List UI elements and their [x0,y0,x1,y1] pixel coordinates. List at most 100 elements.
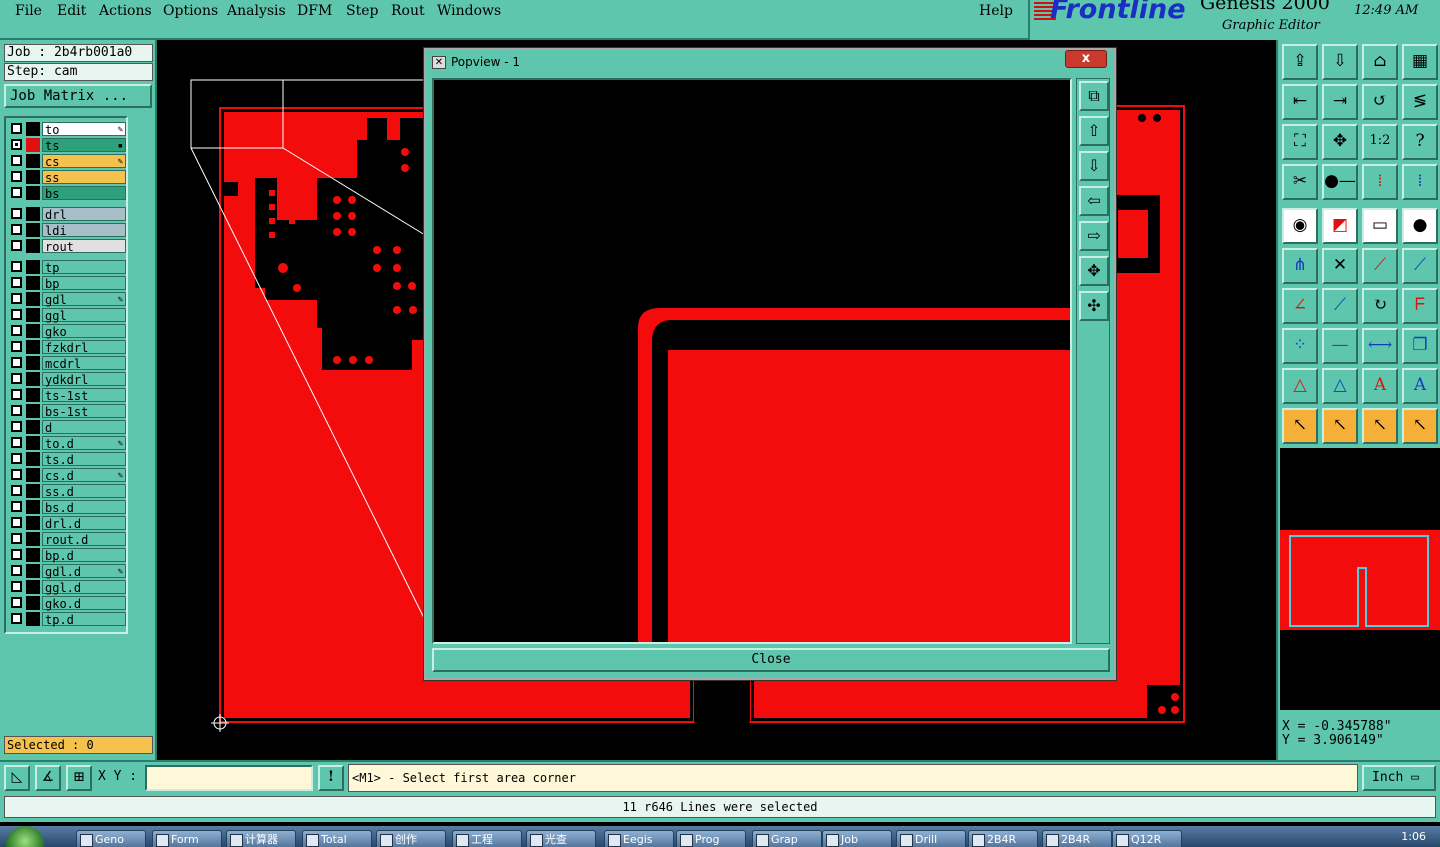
net-red-icon[interactable]: ⁞ [1362,164,1398,200]
zoom-out-icon[interactable]: ✣ [1079,291,1109,321]
layer-row-cs[interactable]: cs ✎ [8,154,126,169]
taskbar-item[interactable]: Total [302,830,372,847]
overview-map[interactable] [1280,448,1440,710]
pointer-box-icon[interactable]: ↖ [1322,408,1358,444]
layer-checkbox[interactable] [11,277,22,288]
layer-row-ts-1st[interactable]: ts-1st [8,388,126,403]
layer-name[interactable]: drl [42,207,126,222]
connect-pads-icon[interactable]: ⋔ [1282,248,1318,284]
layer-name[interactable]: rout [42,239,126,254]
scale-1-2-icon[interactable]: 1:2 [1362,124,1398,160]
page-up-icon[interactable]: ⇪ [1282,44,1318,80]
layer-checkbox[interactable] [11,549,22,560]
layer-row-rout.d[interactable]: rout.d [8,532,126,547]
pad-select-icon[interactable]: ◉ [1282,208,1318,244]
taskbar-item[interactable]: 2B4R [968,830,1038,847]
pan-left-icon[interactable]: ⇦ [1079,186,1109,216]
layer-row-ydkdrl[interactable]: ydkdrl [8,372,126,387]
layer-checkbox[interactable] [11,389,22,400]
line-red-icon[interactable]: ⟋ [1362,248,1398,284]
layer-row-bp.d[interactable]: bp.d [8,548,126,563]
layer-row-gko.d[interactable]: gko.d [8,596,126,611]
layer-row-ss.d[interactable]: ss.d [8,484,126,499]
layer-name[interactable]: ss.d [42,484,126,499]
pad-pair-icon[interactable]: ⁘ [1282,328,1318,364]
layer-name[interactable]: gdl.d ✎ [42,564,126,579]
layer-name[interactable]: cs.d ✎ [42,468,126,483]
layer-checkbox[interactable] [11,261,22,272]
taskbar-item[interactable]: Geno [76,830,146,847]
taskbar-item[interactable]: Q12R [1112,830,1182,847]
menu-file[interactable]: File [15,3,42,19]
layer-checkbox[interactable] [11,155,22,166]
layer-row-to.d[interactable]: to.d ✎ [8,436,126,451]
layer-row-to[interactable]: to ✎ [8,122,126,137]
taskbar-item[interactable]: 创作 [376,830,446,847]
triangle-blue-icon[interactable]: △ [1322,368,1358,404]
rotate-icon[interactable]: ↻ [1362,288,1398,324]
start-icon[interactable] [6,826,44,847]
snap-corner-icon[interactable]: ◺ [4,765,30,791]
taskbar-item[interactable]: Grap [752,830,822,847]
layer-row-bs[interactable]: bs [8,186,126,201]
popview-canvas[interactable] [432,78,1072,644]
snap-icon[interactable]: ≶ [1402,84,1438,120]
layer-checkbox[interactable] [11,171,22,182]
layer-checkbox[interactable] [11,325,22,336]
layer-name[interactable]: fzkdrl [42,340,126,355]
measure-icon[interactable]: ●— [1322,164,1358,200]
triangle-mix-icon[interactable]: A [1362,368,1398,404]
pointer-icon[interactable]: ↖ [1282,408,1318,444]
triangle-red-icon[interactable]: △ [1282,368,1318,404]
layer-checkbox[interactable] [11,533,22,544]
layer-row-ts.d[interactable]: ts.d [8,452,126,467]
layer-name[interactable]: gko [42,324,126,339]
layer-row-bs.d[interactable]: bs.d [8,500,126,515]
layer-checkbox[interactable] [11,187,22,198]
layer-name[interactable]: bp [42,276,126,291]
net-blue-icon[interactable]: ⁞ [1402,164,1438,200]
layer-row-ggl.d[interactable]: ggl.d [8,580,126,595]
taskbar-item[interactable]: Prog [676,830,746,847]
layer-checkbox[interactable] [11,453,22,464]
help-icon[interactable]: ? [1402,124,1438,160]
layer-row-gko[interactable]: gko [8,324,126,339]
layer-row-bs-1st[interactable]: bs-1st [8,404,126,419]
taskbar-item[interactable]: Eegis [604,830,674,847]
layer-row-cs.d[interactable]: cs.d ✎ [8,468,126,483]
grid-snap-icon[interactable]: ⊞ [66,765,92,791]
layer-checkbox[interactable] [11,357,22,368]
zoom-in-icon[interactable]: ✥ [1079,256,1109,286]
layer-name[interactable]: ldi [42,223,126,238]
layer-name[interactable]: bs.d [42,500,126,515]
layer-checkbox[interactable] [11,405,22,416]
layer-name[interactable]: gko.d [42,596,126,611]
layer-checkbox[interactable] [11,224,22,235]
line-blue-icon[interactable]: ⟋ [1402,248,1438,284]
layer-name[interactable]: cs ✎ [42,154,126,169]
taskbar-item[interactable]: 光查 [526,830,596,847]
zoom-fit-icon[interactable]: ⛶ [1282,124,1318,160]
layer-checkbox[interactable] [11,123,22,134]
layer-row-fzkdrl[interactable]: fzkdrl [8,340,126,355]
layer-row-gdl.d[interactable]: gdl.d ✎ [8,564,126,579]
job-matrix-button[interactable]: Job Matrix ... [4,84,152,108]
line-select-icon[interactable]: ◩ [1322,208,1358,244]
exclamation-button[interactable]: ! [318,765,344,791]
layer-name[interactable]: rout.d [42,532,126,547]
layer-name[interactable]: bs [42,186,126,201]
home-icon[interactable]: ⌂ [1362,44,1398,80]
layer-name[interactable]: ts-1st [42,388,126,403]
layer-name[interactable]: gdl ✎ [42,292,126,307]
layer-checkbox[interactable] [11,139,22,150]
layer-name[interactable]: ggl [42,308,126,323]
popview-titlebar[interactable]: ✕ Popview - 1 x [426,50,1114,76]
layer-row-d[interactable]: d [8,420,126,435]
layer-row-drl.d[interactable]: drl.d [8,516,126,531]
layer-row-tp[interactable]: tp [8,260,126,275]
pan-right-icon[interactable]: ⇨ [1079,221,1109,251]
layer-name[interactable]: bs-1st [42,404,126,419]
snap-angle-icon[interactable]: ∡ [35,765,61,791]
page-down-icon[interactable]: ⇩ [1322,44,1358,80]
xy-input[interactable] [145,765,313,791]
